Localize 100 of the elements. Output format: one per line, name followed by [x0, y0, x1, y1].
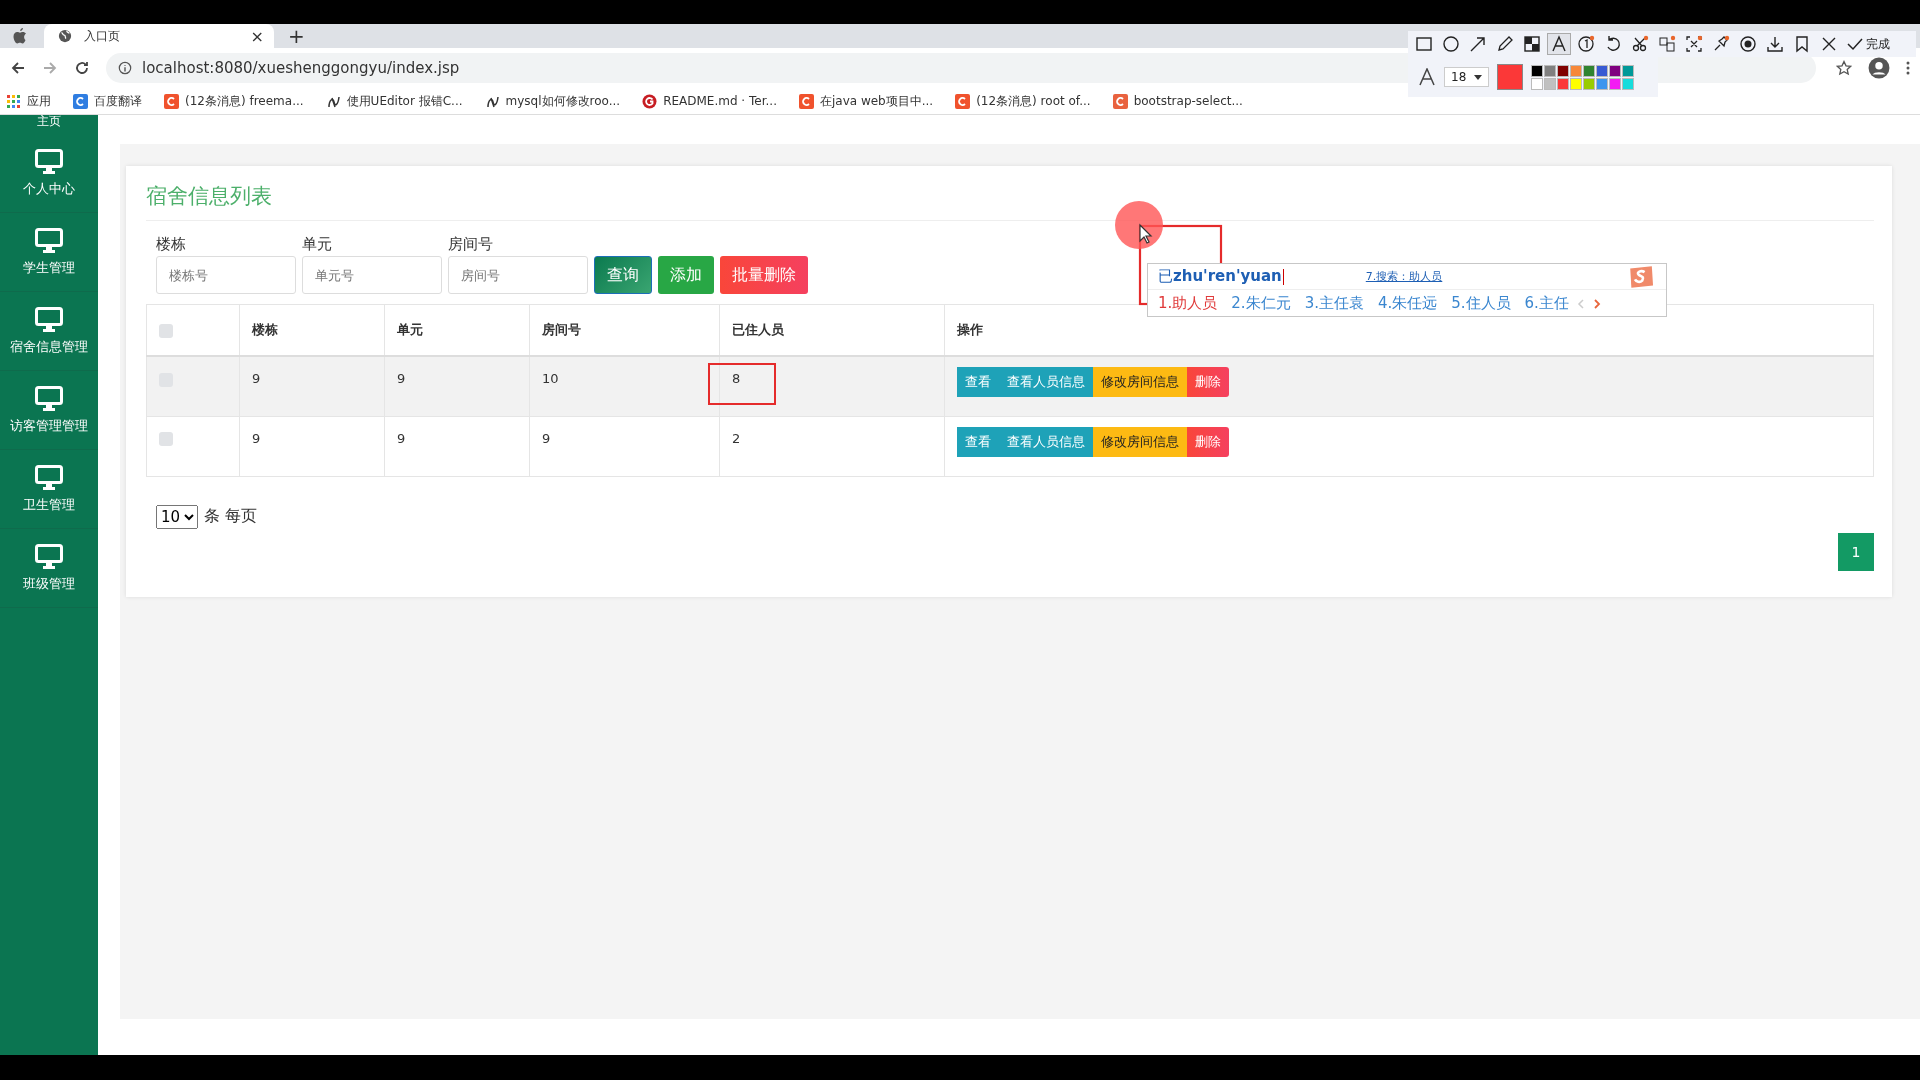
color-swatch[interactable]	[1622, 64, 1635, 77]
star-icon[interactable]	[1836, 60, 1852, 76]
row-action-button[interactable]: 查看人员信息	[999, 367, 1093, 397]
close-tab-button[interactable]: ×	[250, 26, 264, 46]
table-cell: 10	[542, 371, 559, 386]
monitor-icon	[35, 227, 63, 254]
new-tab-button[interactable]: +	[288, 24, 305, 48]
more-icon[interactable]	[1906, 60, 1910, 76]
filter-label: 楼栋	[156, 235, 187, 254]
bookmark-link[interactable]: 百度翻译	[73, 92, 142, 110]
apps-grid-icon	[6, 93, 21, 109]
row-checkbox[interactable]	[159, 432, 173, 446]
color-swatch[interactable]	[1609, 77, 1622, 90]
square-logo-icon	[164, 93, 179, 109]
form-button[interactable]: 添加	[658, 256, 714, 294]
candidate-word[interactable]: 6.主任	[1524, 294, 1569, 313]
circle-icon	[1442, 35, 1460, 53]
form-button[interactable]: 查询	[594, 256, 652, 294]
row-action-button[interactable]: 删除	[1187, 426, 1229, 457]
monitor-icon	[35, 148, 63, 175]
bookmark-link[interactable]: README.md · Ter...	[642, 93, 777, 109]
form-button[interactable]: 批量删除	[720, 256, 808, 294]
bookmark-link[interactable]: (12条消息) freema...	[164, 92, 304, 110]
table-cell: 9	[397, 430, 406, 446]
apple-icon	[12, 27, 28, 45]
table-cell: 9	[252, 430, 261, 446]
text-icon	[1550, 35, 1568, 53]
sidebar-item[interactable]: 主页	[0, 115, 98, 134]
back-icon[interactable]	[10, 60, 26, 76]
mosaic-icon	[1523, 35, 1541, 53]
color-swatch[interactable]	[1570, 64, 1583, 77]
letter-g-icon	[642, 93, 658, 109]
sidebar-label: 宿舍信息管理	[10, 338, 88, 356]
color-swatch[interactable]	[1557, 64, 1570, 77]
select-all-checkbox[interactable]	[159, 323, 173, 338]
row-action-button[interactable]: 修改房间信息	[1093, 367, 1187, 397]
candidate-word[interactable]: 4.朱任远	[1377, 294, 1438, 313]
color-swatch[interactable]	[1544, 64, 1557, 77]
reload-icon[interactable]	[74, 60, 90, 76]
column-header: 已住人员	[732, 322, 784, 337]
font-size-icon	[1418, 68, 1436, 86]
filter-field[interactable]: 房间号	[448, 256, 588, 294]
color-swatch[interactable]	[1596, 64, 1609, 77]
color-swatch[interactable]	[1531, 77, 1544, 90]
row-action-button[interactable]: 删除	[1187, 367, 1229, 397]
tool-button[interactable]	[1547, 33, 1571, 55]
row-action-button[interactable]: 修改房间信息	[1093, 426, 1187, 457]
color-swatch[interactable]	[1557, 77, 1570, 90]
color-swatch[interactable]	[1609, 64, 1622, 77]
color-swatch[interactable]	[1622, 77, 1635, 90]
bookmark-link[interactable]: bootstrap-select...	[1112, 93, 1243, 109]
bookmark-link[interactable]: 使用UEditor 报错C...	[325, 92, 463, 110]
square-logo-icon	[955, 93, 971, 109]
table-cell: 8	[732, 371, 741, 386]
crop-frame-icon	[1685, 35, 1703, 53]
info-icon	[118, 61, 132, 75]
monitor-icon	[35, 543, 63, 570]
filter-field[interactable]: 单元号	[302, 256, 442, 294]
browser-tab[interactable]: 入口页 ×	[44, 24, 274, 48]
filter-label: 单元	[302, 235, 333, 254]
filter-label: 房间号	[448, 235, 494, 254]
filter-field[interactable]: 楼栋号	[156, 256, 296, 294]
sidebar-label: 访客管理管理	[10, 417, 88, 435]
search-suggestion-link[interactable]: 7.搜索：助人员	[1365, 269, 1443, 284]
candidate-word[interactable]: 1.助人员	[1158, 294, 1218, 313]
page-size-select[interactable]: 10	[156, 504, 198, 529]
column-header: 楼栋	[252, 322, 278, 337]
mouse-pointer-icon	[1139, 223, 1153, 244]
color-swatch[interactable]	[1583, 64, 1596, 77]
column-header: 单元	[397, 322, 423, 337]
composition-text: 已zhu'ren'yuan	[1158, 267, 1282, 286]
rectangle-icon	[1415, 35, 1433, 53]
color-swatch[interactable]	[1596, 77, 1609, 90]
font-size-select[interactable]: 18	[1444, 67, 1490, 87]
square-logo-icon	[1112, 93, 1128, 109]
bookmark-link[interactable]: (12条消息) root of...	[955, 92, 1091, 110]
page-button[interactable]: 1	[1838, 532, 1874, 571]
color-swatch[interactable]	[1544, 77, 1557, 90]
bookmark-icon	[1793, 35, 1811, 53]
candidate-word[interactable]: 5.住人员	[1451, 294, 1511, 313]
done-button[interactable]: 完成	[1846, 35, 1890, 53]
row-action-button[interactable]: 查看	[957, 367, 999, 397]
row-action-button[interactable]: 查看	[957, 426, 999, 457]
current-color-swatch[interactable]	[1497, 64, 1524, 90]
next-page-icon[interactable]	[1592, 297, 1601, 310]
sidebar-label: 个人中心	[23, 180, 75, 198]
bookmark-link[interactable]: 应用	[6, 92, 51, 110]
table-cell: 9	[397, 371, 406, 386]
profile-icon[interactable]	[1868, 57, 1890, 79]
bookmark-link[interactable]: mysql如何修改roo...	[484, 92, 621, 110]
bookmark-link[interactable]: 在java web项目中...	[798, 92, 934, 110]
row-action-button[interactable]: 查看人员信息	[999, 426, 1093, 457]
color-swatch[interactable]	[1570, 77, 1583, 90]
tab-title: 入口页	[84, 27, 121, 45]
color-swatch[interactable]	[1583, 77, 1596, 90]
candidate-word[interactable]: 3.主任袁	[1304, 294, 1364, 313]
color-swatch[interactable]	[1531, 64, 1544, 77]
table-cell: 9	[542, 430, 551, 446]
candidate-word[interactable]: 2.朱仁元	[1231, 294, 1291, 313]
arrow-icon	[1469, 35, 1487, 53]
